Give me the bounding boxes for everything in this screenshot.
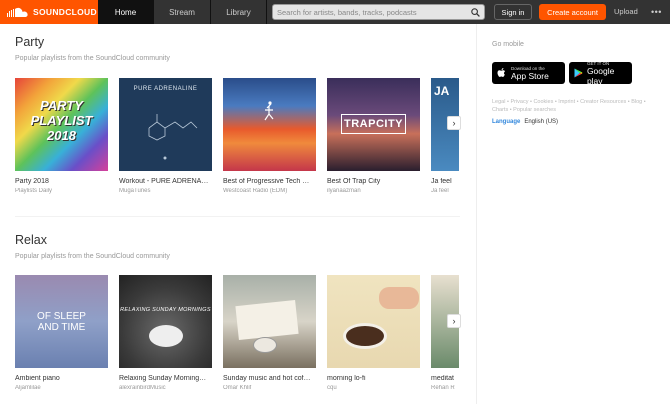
- artwork-text: RELAXING SUNDAY MORNINGS: [120, 307, 211, 313]
- molecule-illustration: [148, 114, 198, 160]
- app-store-button[interactable]: Download on the App Store: [492, 62, 565, 84]
- language-selector[interactable]: Language English (US): [492, 119, 558, 125]
- hand-shape: [379, 287, 419, 309]
- playlist-title[interactable]: meditat: [431, 375, 459, 382]
- playlist-user[interactable]: Ja feel: [431, 188, 459, 194]
- artwork-text: PARTY PLAYLIST 2018: [30, 98, 93, 143]
- playlist-title[interactable]: Best Of Trap City: [327, 178, 420, 185]
- playlist-user[interactable]: Playlists Daily: [15, 188, 108, 194]
- playlist-artwork[interactable]: TRAPCITY: [327, 78, 420, 171]
- sign-in-button[interactable]: Sign in: [494, 4, 532, 20]
- relax-carousel: OF SLEEP AND TIME Ambient piano Aljamlil…: [15, 275, 460, 391]
- search-icon[interactable]: [471, 8, 480, 17]
- upload-link[interactable]: Upload: [614, 7, 638, 16]
- playlist-user[interactable]: Omar Khlif: [223, 385, 316, 391]
- nav-home[interactable]: Home: [98, 0, 154, 24]
- playlist-title[interactable]: Best of Progressive Tech …: [223, 178, 316, 185]
- playlist-user[interactable]: Aljamlilae: [15, 385, 108, 391]
- google-play-big-text: Google play: [586, 65, 615, 86]
- playlist-title[interactable]: morning lo-fi: [327, 375, 420, 382]
- soundcloud-logo[interactable]: SOUNDCLOUD: [0, 0, 98, 24]
- playlist-user[interactable]: alexrainbirdMusic: [119, 385, 212, 391]
- playlist-artwork[interactable]: [327, 275, 420, 368]
- playlist-title[interactable]: Party 2018: [15, 178, 108, 185]
- playlist-card[interactable]: PURE ADRENALINE Workout - PURE ADRENA… M…: [119, 78, 212, 194]
- playlist-card[interactable]: JA Ja feel Ja feel: [431, 78, 459, 194]
- playlist-artwork[interactable]: PARTY PLAYLIST 2018: [15, 78, 108, 171]
- playlist-user[interactable]: Westcoast Radio (EDM): [223, 188, 316, 194]
- playlist-title[interactable]: Workout - PURE ADRENA…: [119, 178, 212, 185]
- playlist-title[interactable]: Ambient piano: [15, 375, 108, 382]
- search-box: [272, 4, 485, 20]
- app-store-big-text: App Store: [511, 70, 549, 81]
- app-store-small-text: Download on the: [511, 65, 545, 71]
- artwork-text: TRAPCITY: [344, 118, 403, 130]
- playlist-title[interactable]: Relaxing Sunday Morning…: [119, 375, 212, 382]
- playlist-user[interactable]: MugaTunes: [119, 188, 212, 194]
- section-title: Party: [15, 35, 45, 49]
- playlist-card[interactable]: OF SLEEP AND TIME Ambient piano Aljamlil…: [15, 275, 108, 391]
- coffee-cup-shape: [149, 325, 183, 347]
- playlist-user[interactable]: cqu: [327, 385, 420, 391]
- artwork-text: JA: [434, 84, 450, 98]
- carousel-next-button[interactable]: ›: [447, 116, 461, 130]
- party-carousel: PARTY PLAYLIST 2018 Party 2018 Playlists…: [15, 78, 460, 194]
- nav-library[interactable]: Library: [211, 0, 267, 24]
- search-input[interactable]: [277, 7, 462, 17]
- footer-links[interactable]: Legal • Privacy • Cookies • Imprint • Cr…: [492, 98, 662, 114]
- coffee-cup-shape: [253, 337, 277, 353]
- language-value[interactable]: English (US): [524, 119, 558, 125]
- apple-icon: [497, 68, 506, 77]
- artwork-text: OF SLEEP AND TIME: [37, 311, 86, 333]
- create-account-button[interactable]: Create account: [539, 4, 606, 20]
- playlist-artwork[interactable]: [223, 78, 316, 171]
- soundcloud-cloud-icon: [7, 7, 28, 17]
- nav-stream[interactable]: Stream: [154, 0, 211, 24]
- playlist-user[interactable]: ilyanaazman: [327, 188, 420, 194]
- top-navbar: SOUNDCLOUD Home Stream Library Sign in C…: [0, 0, 670, 24]
- playlist-title[interactable]: Sunday music and hot cof…: [223, 375, 316, 382]
- playlist-card[interactable]: meditat Rehan R: [431, 275, 459, 391]
- playlist-card[interactable]: RELAXING SUNDAY MORNINGS Relaxing Sunday…: [119, 275, 212, 391]
- section-title: Relax: [15, 233, 47, 247]
- logo-text: SOUNDCLOUD: [33, 7, 97, 17]
- jumping-figure-illustration: [264, 101, 274, 121]
- go-mobile-heading: Go mobile: [492, 41, 524, 48]
- right-sidebar: Go mobile Download on the App Store GET …: [476, 24, 670, 404]
- party-section: Party Popular playlists from the SoundCl…: [15, 35, 475, 62]
- coffee-cup-shape: [343, 323, 387, 349]
- playlist-card[interactable]: morning lo-fi cqu: [327, 275, 420, 391]
- google-play-text: GET IT ON Google play: [587, 61, 632, 86]
- language-label: Language: [492, 119, 521, 125]
- section-subtitle: Popular playlists from the SoundCloud co…: [15, 253, 170, 260]
- playlist-card[interactable]: TRAPCITY Best Of Trap City ilyanaazman: [327, 78, 420, 194]
- main-content: Party Popular playlists from the SoundCl…: [0, 24, 476, 404]
- playlist-artwork[interactable]: PURE ADRENALINE: [119, 78, 212, 171]
- playlist-artwork[interactable]: OF SLEEP AND TIME: [15, 275, 108, 368]
- playlist-card[interactable]: PARTY PLAYLIST 2018 Party 2018 Playlists…: [15, 78, 108, 194]
- playlist-artwork[interactable]: RELAXING SUNDAY MORNINGS: [119, 275, 212, 368]
- open-book-shape: [235, 299, 299, 341]
- relax-section: Relax Popular playlists from the SoundCl…: [15, 233, 475, 260]
- google-play-icon: [574, 68, 583, 78]
- more-options-icon[interactable]: •••: [651, 8, 662, 17]
- playlist-user[interactable]: Rehan R: [431, 385, 459, 391]
- playlist-title[interactable]: Ja feel: [431, 178, 459, 185]
- section-subtitle: Popular playlists from the SoundCloud co…: [15, 55, 170, 62]
- carousel-next-button[interactable]: ›: [447, 314, 461, 328]
- playlist-artwork[interactable]: [223, 275, 316, 368]
- google-play-button[interactable]: GET IT ON Google play: [569, 61, 632, 86]
- playlist-card[interactable]: Best of Progressive Tech … Westcoast Rad…: [223, 78, 316, 194]
- app-store-text: Download on the App Store: [511, 66, 549, 81]
- playlist-card[interactable]: Sunday music and hot cof… Omar Khlif: [223, 275, 316, 391]
- section-divider: [15, 216, 460, 217]
